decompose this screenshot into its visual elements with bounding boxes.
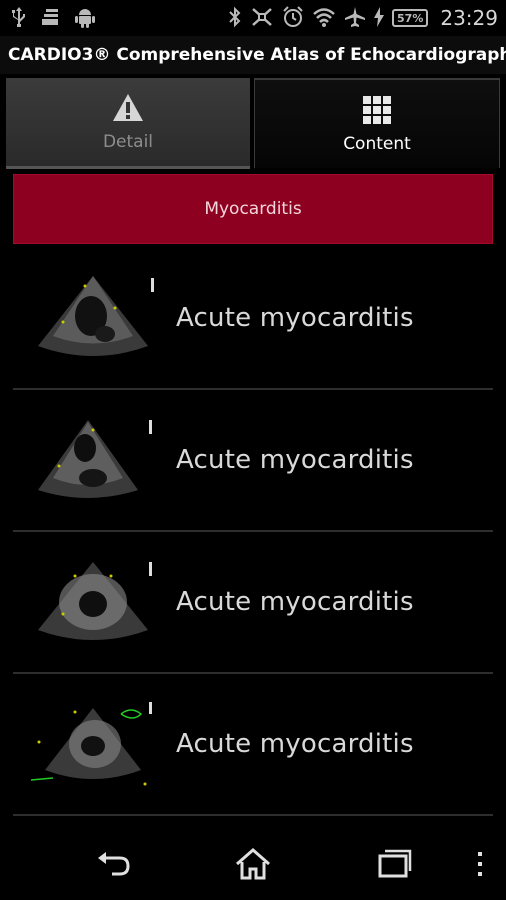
overflow-menu-icon[interactable] (460, 844, 500, 884)
tab-bar: Detail Content (0, 74, 506, 169)
navigation-bar (0, 822, 506, 900)
list-item-title: Acute myocarditis (176, 303, 414, 333)
tab-content[interactable]: Content (254, 78, 500, 168)
app-title: CARDIO3® Comprehensive Atlas of Echocard… (8, 45, 506, 65)
alarm-icon (282, 5, 304, 31)
warning-icon (113, 94, 143, 121)
grid-icon (363, 96, 391, 124)
list-item[interactable]: Acute myocarditis (13, 390, 493, 532)
section-title: Myocarditis (204, 199, 302, 219)
notification-icon (40, 7, 60, 30)
content-list: Acute myocarditis Acute myocarditis Acut… (13, 248, 493, 816)
echo-thumbnail (23, 550, 163, 658)
tab-detail-label: Detail (102, 132, 154, 152)
clock: 23:29 (440, 6, 498, 30)
list-item-title: Acute myocarditis (176, 587, 414, 617)
tab-content-label: Content (343, 134, 411, 154)
bluetooth-icon (228, 6, 242, 31)
wifi-icon (312, 7, 336, 30)
section-header: Myocarditis (13, 174, 493, 244)
recent-apps-icon[interactable] (374, 844, 414, 884)
android-icon (74, 6, 96, 31)
list-item[interactable]: Acute myocarditis (13, 532, 493, 674)
echo-thumbnail (23, 692, 163, 800)
tab-detail[interactable]: Detail (6, 78, 250, 169)
list-item[interactable]: Acute myocarditis (13, 674, 493, 816)
echo-thumbnail (23, 408, 163, 516)
battery-indicator: 57% (392, 9, 429, 27)
action-bar: CARDIO3® Comprehensive Atlas of Echocard… (0, 36, 506, 74)
charging-icon (374, 6, 385, 30)
nfc-icon (250, 6, 274, 31)
list-item-title: Acute myocarditis (176, 729, 414, 759)
home-icon[interactable] (233, 844, 273, 884)
list-item-title: Acute myocarditis (176, 445, 414, 475)
echo-thumbnail (23, 266, 163, 374)
back-icon[interactable] (94, 844, 134, 884)
airplane-icon (344, 6, 366, 31)
status-bar: 57% 23:29 (0, 0, 506, 36)
list-item[interactable]: Acute myocarditis (13, 248, 493, 390)
usb-icon (12, 6, 26, 30)
